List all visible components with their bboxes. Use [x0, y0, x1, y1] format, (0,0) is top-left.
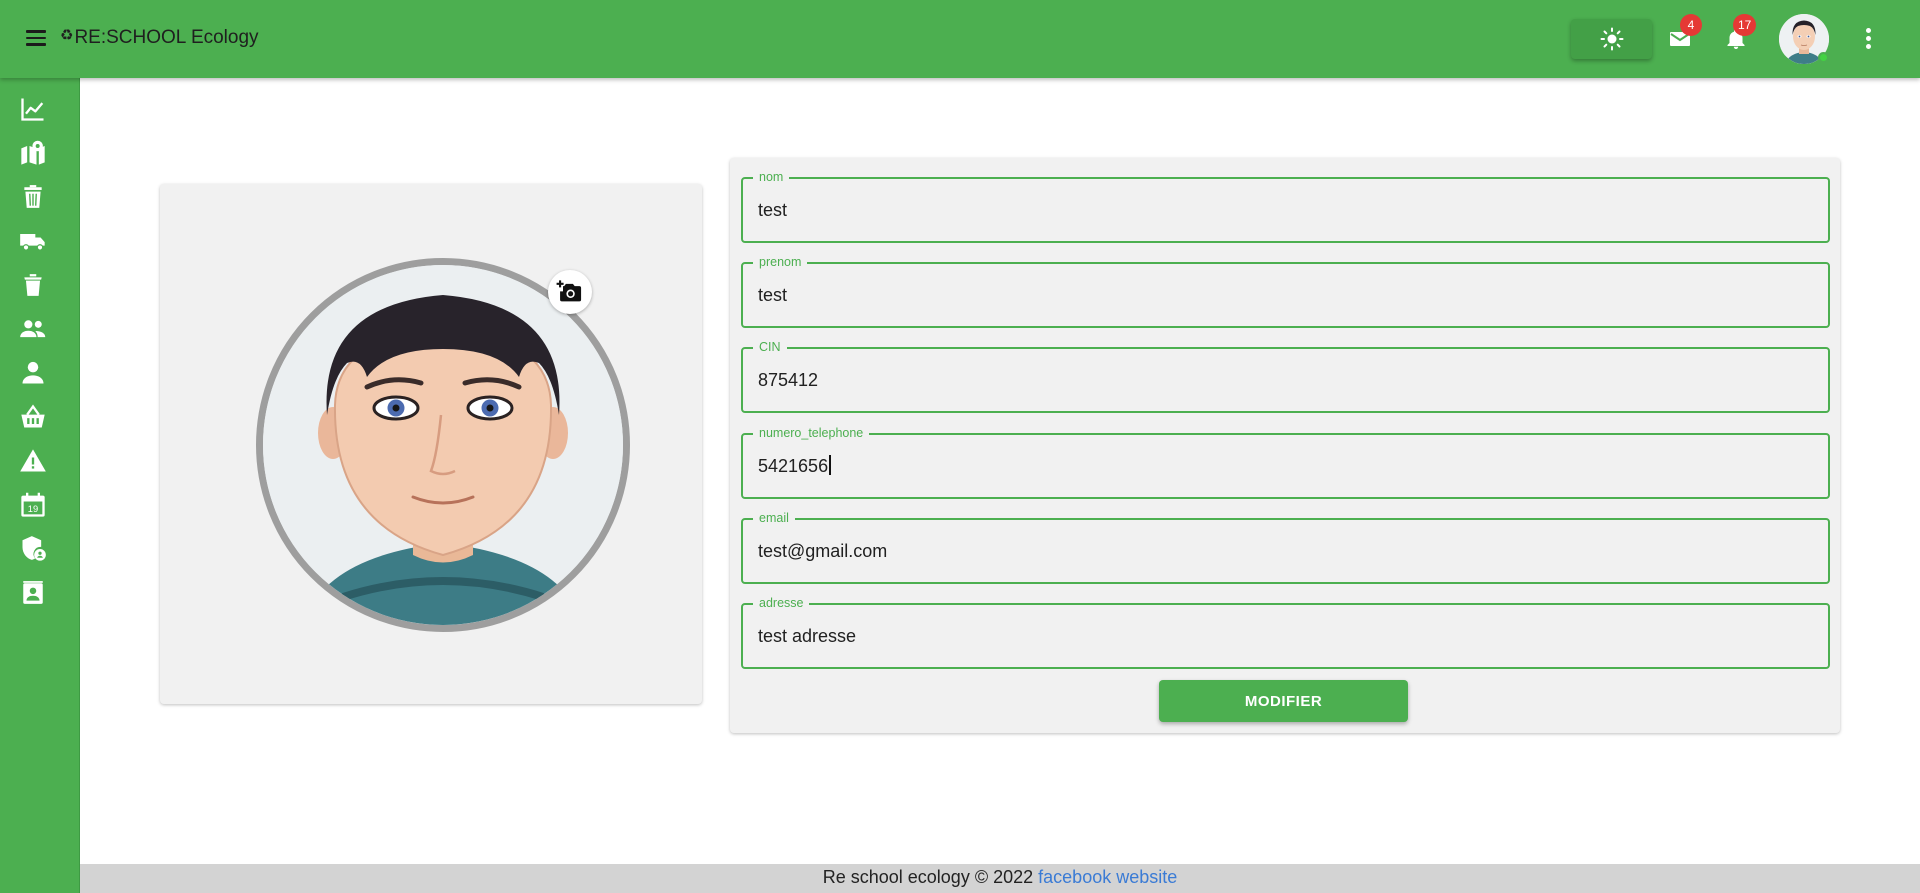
sidebar-item-shop[interactable] — [16, 400, 50, 434]
trash-can-icon — [24, 274, 42, 296]
prenom-input[interactable] — [758, 264, 1818, 326]
sidebar-item-alerts[interactable] — [16, 444, 50, 478]
sidebar-item-calendar[interactable]: 19 — [16, 488, 50, 522]
nom-input[interactable] — [758, 179, 1818, 241]
sidebar-item-trucks[interactable] — [16, 224, 50, 258]
sidebar-item-map[interactable] — [16, 136, 50, 170]
sidebar-item-users[interactable] — [16, 356, 50, 390]
profile-avatar[interactable] — [256, 258, 630, 632]
email-input[interactable] — [758, 520, 1818, 582]
person-icon — [22, 361, 44, 384]
calendar-icon: 19 — [21, 492, 45, 517]
sidebar-item-trash[interactable] — [16, 268, 50, 302]
app-bar: ♻RE:SCHOOL Ecology 4 17 — [0, 0, 1920, 78]
footer: Re school ecology © 2022 facebook websit… — [80, 864, 1920, 893]
notifications-badge: 17 — [1733, 14, 1757, 36]
footer-copyright: Re school ecology © 2022 — [822, 867, 1034, 887]
sidebar-item-bins[interactable] — [16, 180, 50, 214]
adresse-field: adresse — [741, 595, 1830, 669]
sidebar-item-groups[interactable] — [16, 312, 50, 346]
text-caret — [829, 455, 831, 475]
theme-toggle-button[interactable] — [1571, 19, 1652, 59]
sidebar-item-contacts[interactable] — [16, 576, 50, 610]
nom-field: nom — [741, 169, 1830, 243]
chart-line-icon — [21, 98, 44, 121]
trash-bin-icon — [24, 185, 42, 208]
sidebar-item-statistics[interactable] — [16, 92, 50, 126]
profile-face-image — [263, 265, 623, 625]
phone-field: numero_telephone 5421656 — [741, 425, 1830, 499]
adresse-input[interactable] — [758, 605, 1818, 667]
app-title: RE:SCHOOL Ecology — [74, 27, 259, 48]
more-options-icon[interactable] — [1856, 25, 1880, 55]
phone-label: numero_telephone — [753, 425, 870, 441]
prenom-field: prenom — [741, 254, 1830, 328]
basket-icon — [21, 404, 45, 428]
online-status-dot — [1818, 52, 1829, 63]
people-icon — [20, 320, 46, 338]
facebook-link[interactable]: facebook — [1038, 867, 1111, 887]
warning-icon — [20, 449, 46, 472]
sun-icon — [1600, 27, 1623, 51]
cin-field: CIN — [741, 339, 1830, 413]
email-field: email — [741, 510, 1830, 584]
app-brand[interactable]: ♻RE:SCHOOL Ecology — [60, 26, 259, 49]
messages-badge: 4 — [1680, 14, 1702, 36]
phone-input[interactable]: 5421656 — [758, 455, 831, 477]
camera-plus-icon — [556, 280, 582, 302]
phone-value: 5421656 — [758, 456, 829, 476]
recycle-icon: ♻ — [60, 27, 74, 44]
change-photo-button[interactable] — [548, 270, 592, 314]
sidebar: 19 — [0, 78, 80, 893]
website-link[interactable]: website — [1116, 867, 1177, 887]
modifier-button[interactable]: MODIFIER — [1159, 680, 1408, 722]
contact-card-icon — [23, 581, 43, 604]
map-marker-icon — [21, 140, 45, 165]
truck-icon — [20, 234, 45, 251]
sidebar-item-security[interactable] — [16, 532, 50, 566]
calendar-day-text: 19 — [28, 504, 38, 514]
shield-account-icon — [22, 536, 46, 561]
cin-input[interactable] — [758, 349, 1818, 411]
hamburger-menu-icon[interactable] — [22, 26, 50, 52]
